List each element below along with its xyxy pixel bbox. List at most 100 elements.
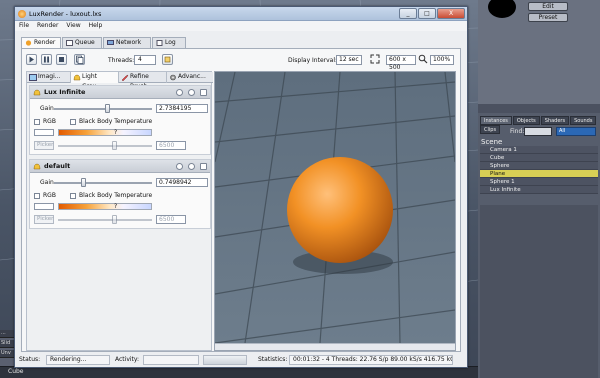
- gear-icon: [170, 74, 176, 81]
- pause-render-button[interactable]: [41, 54, 52, 65]
- tab-sounds[interactable]: Sounds: [570, 116, 597, 125]
- brush-icon: [121, 74, 129, 81]
- black-body-label: Black Body Temperature: [79, 118, 153, 125]
- title-bar[interactable]: LuxRender - luxout.lxs _ □ X: [15, 7, 467, 21]
- subtab-imaging[interactable]: Imagi...: [27, 72, 71, 83]
- gain-slider-track[interactable]: [54, 182, 152, 184]
- scene-item-sphere[interactable]: Sphere: [480, 162, 598, 170]
- left-strip-item[interactable]: ...: [0, 330, 14, 338]
- temperature-gradient-bar[interactable]: [58, 203, 152, 210]
- render-preview[interactable]: [214, 71, 456, 351]
- temperature-slider-handle[interactable]: [112, 141, 117, 150]
- lightgroup-power-button[interactable]: [188, 89, 195, 96]
- tab-render-label: Render: [34, 39, 56, 46]
- menu-view[interactable]: View: [62, 21, 84, 30]
- temperature-gradient-bar[interactable]: [58, 129, 152, 136]
- cube-icon: [164, 56, 171, 63]
- expand-icon: [370, 54, 380, 64]
- activity-box: [143, 355, 199, 365]
- log-icon: [156, 40, 163, 46]
- subtab-light-groups[interactable]: Light Grou...: [71, 72, 119, 90]
- gain-value-input[interactable]: 2.7384195: [156, 104, 208, 113]
- picker-button[interactable]: Picker: [34, 215, 54, 224]
- left-strip-item[interactable]: Unv: [0, 350, 14, 358]
- tab-log-label: Log: [165, 39, 176, 46]
- stop-render-button[interactable]: [56, 54, 67, 65]
- temperature-slider-track[interactable]: [58, 219, 152, 221]
- zoom-button[interactable]: [418, 54, 429, 65]
- statistics-label: Statistics:: [258, 356, 288, 363]
- find-label: Find:: [510, 128, 525, 135]
- scene-item-camera[interactable]: Camera 1: [480, 146, 598, 154]
- tab-shaders[interactable]: Shaders: [540, 116, 570, 125]
- scene-item-plane[interactable]: Plane: [480, 170, 598, 178]
- lightgroup-header[interactable]: Lux Infinite: [30, 86, 210, 99]
- temperature-slider-handle[interactable]: [112, 215, 117, 224]
- minimize-button[interactable]: _: [399, 8, 417, 19]
- subtab-imaging-label: Imagi...: [38, 73, 61, 80]
- lightgroup-name: default: [44, 162, 71, 170]
- threads-spinbox[interactable]: 4: [134, 55, 156, 65]
- rgb-color-swatch[interactable]: [34, 129, 54, 136]
- start-render-button[interactable]: [26, 54, 37, 65]
- panel-subtabs: Imagi... Light Grou... Refine Brush Adva…: [27, 72, 213, 90]
- rgb-label: RGB: [43, 118, 56, 125]
- horizontal-scrollbar[interactable]: [215, 343, 455, 350]
- lightgroup-header[interactable]: default: [30, 160, 210, 173]
- scene-item-sphere-1[interactable]: Sphere 1: [480, 178, 598, 186]
- gain-slider-handle[interactable]: [80, 178, 86, 187]
- black-body-checkbox[interactable]: [70, 193, 76, 199]
- subtab-advanced[interactable]: Advanc...: [167, 72, 213, 83]
- scene-item-lux-infinite[interactable]: Lux Infinite: [480, 186, 598, 194]
- find-input[interactable]: [524, 127, 552, 136]
- filter-select[interactable]: All: [556, 127, 596, 136]
- lightgroup-collapse-button[interactable]: [200, 89, 207, 96]
- window-title: LuxRender - luxout.lxs: [29, 10, 102, 18]
- edit-button[interactable]: Edit: [528, 2, 568, 11]
- scene-title: Scene: [481, 138, 503, 146]
- picker-button[interactable]: Picker: [34, 141, 54, 150]
- lightgroup-collapse-button[interactable]: [200, 163, 207, 170]
- render-tab-icon: [25, 40, 32, 46]
- display-interval-spinbox[interactable]: 12 sec: [336, 55, 362, 65]
- bulb-icon: [33, 163, 41, 170]
- right-panel-lower: [480, 205, 598, 378]
- menu-help[interactable]: Help: [85, 21, 107, 30]
- subtab-refine-brush[interactable]: Refine Brush: [119, 72, 167, 90]
- scene-item-cube[interactable]: Cube: [480, 154, 598, 162]
- lightgroup-dropdown-button[interactable]: [176, 163, 183, 170]
- menu-file[interactable]: File: [15, 21, 33, 30]
- lightgroup-dropdown-button[interactable]: [176, 89, 183, 96]
- preset-button[interactable]: Preset: [528, 13, 568, 22]
- rgb-checkbox[interactable]: [34, 193, 40, 199]
- background-cube-item[interactable]: Cube: [8, 368, 24, 376]
- tab-instances[interactable]: Instances: [480, 116, 512, 125]
- gain-slider-track[interactable]: [54, 108, 152, 110]
- gain-slider-handle[interactable]: [105, 104, 111, 113]
- lightgroup-power-button[interactable]: [188, 163, 195, 170]
- temperature-value-input[interactable]: 6500: [156, 141, 186, 150]
- right-panel-divider[interactable]: [478, 104, 600, 113]
- threads-apply-button[interactable]: [162, 54, 173, 65]
- close-button[interactable]: X: [437, 8, 465, 19]
- tab-log[interactable]: Log: [152, 37, 186, 48]
- tab-network[interactable]: Network: [103, 37, 151, 48]
- rgb-color-swatch[interactable]: [34, 203, 54, 210]
- tab-objects[interactable]: Objects: [512, 116, 540, 125]
- copy-button[interactable]: [74, 54, 85, 65]
- left-strip-item[interactable]: Slid: [0, 340, 14, 348]
- menu-render[interactable]: Render: [33, 21, 62, 30]
- maximize-button[interactable]: □: [418, 8, 436, 19]
- fit-view-button[interactable]: [370, 54, 381, 65]
- scene-list: Camera 1 Cube Sphere Plane Sphere 1 Lux …: [480, 146, 598, 194]
- black-body-checkbox[interactable]: [70, 119, 76, 125]
- temperature-slider-track[interactable]: [58, 145, 152, 147]
- statistics-value: 00:01:32 - 4 Threads: 22.76 S/p 89.00 kS…: [289, 355, 453, 365]
- tab-queue[interactable]: Queue: [62, 37, 102, 48]
- temperature-value-input[interactable]: 6500: [156, 215, 186, 224]
- threads-label: Threads:: [108, 57, 135, 64]
- resolution-display[interactable]: 600 x 500: [386, 55, 416, 71]
- zoom-display[interactable]: 100%: [430, 55, 454, 65]
- gain-value-input[interactable]: 0.7498942: [156, 178, 208, 187]
- rgb-checkbox[interactable]: [34, 119, 40, 125]
